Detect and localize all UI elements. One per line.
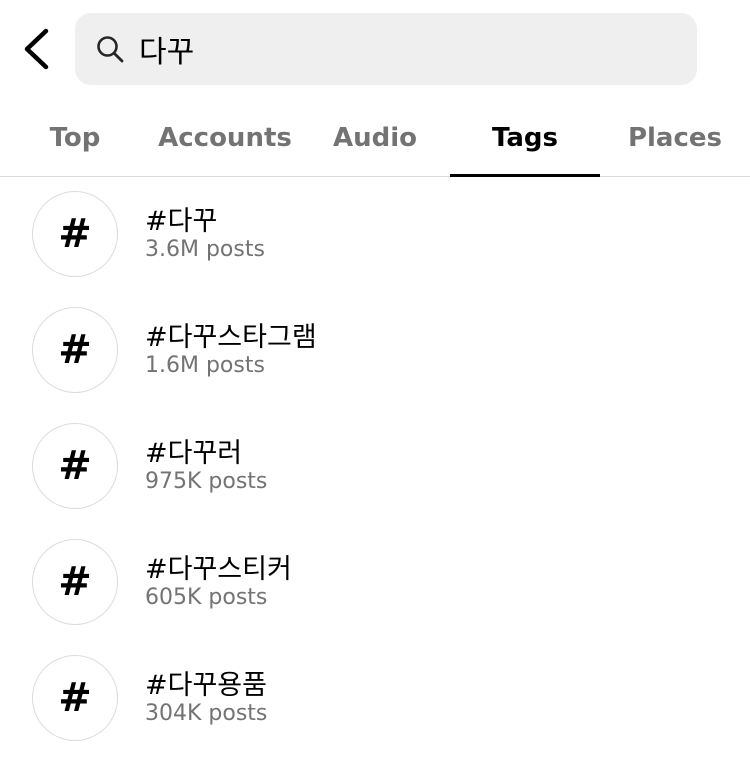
tag-name: #다꾸 bbox=[145, 206, 218, 237]
tab-audio[interactable]: Audio bbox=[300, 100, 450, 176]
hashtag-icon: # bbox=[32, 307, 118, 393]
tag-result-row[interactable]: # #다꾸스티커 605K posts bbox=[0, 525, 750, 641]
hashtag-icon: # bbox=[32, 423, 118, 509]
tag-result-row[interactable]: # #다꾸스타그램 1.6M posts bbox=[0, 293, 750, 409]
tag-post-count: 975K posts bbox=[145, 469, 268, 494]
search-tabs: Top Accounts Audio Tags Places bbox=[0, 100, 750, 177]
tab-places[interactable]: Places bbox=[600, 100, 750, 176]
tag-result-row[interactable]: # #다꾸러 975K posts bbox=[0, 409, 750, 525]
tag-post-count: 3.6M posts bbox=[145, 237, 265, 262]
hashtag-icon: # bbox=[32, 191, 118, 277]
tag-name: #다꾸러 bbox=[145, 438, 243, 469]
tag-post-count: 1.6M posts bbox=[145, 353, 265, 378]
tag-post-count: 304K posts bbox=[145, 701, 268, 726]
tab-top[interactable]: Top bbox=[0, 100, 150, 176]
top-bar bbox=[0, 0, 750, 100]
tag-post-count: 605K posts bbox=[145, 585, 268, 610]
hashtag-icon: # bbox=[32, 655, 118, 741]
tag-result-row[interactable]: # #다꾸 3.6M posts bbox=[0, 177, 750, 293]
tab-accounts[interactable]: Accounts bbox=[150, 100, 300, 176]
search-input[interactable] bbox=[139, 31, 659, 67]
tab-tags[interactable]: Tags bbox=[450, 100, 600, 177]
search-box[interactable] bbox=[75, 13, 697, 85]
tag-name: #다꾸스타그램 bbox=[145, 322, 317, 353]
tag-name: #다꾸용품 bbox=[145, 670, 267, 701]
tag-name: #다꾸스티커 bbox=[145, 554, 292, 585]
hashtag-icon: # bbox=[32, 539, 118, 625]
back-button[interactable] bbox=[14, 26, 58, 72]
tag-result-row[interactable]: # #다꾸용품 304K posts bbox=[0, 641, 750, 757]
search-icon bbox=[93, 32, 127, 66]
chevron-left-icon bbox=[24, 28, 49, 70]
